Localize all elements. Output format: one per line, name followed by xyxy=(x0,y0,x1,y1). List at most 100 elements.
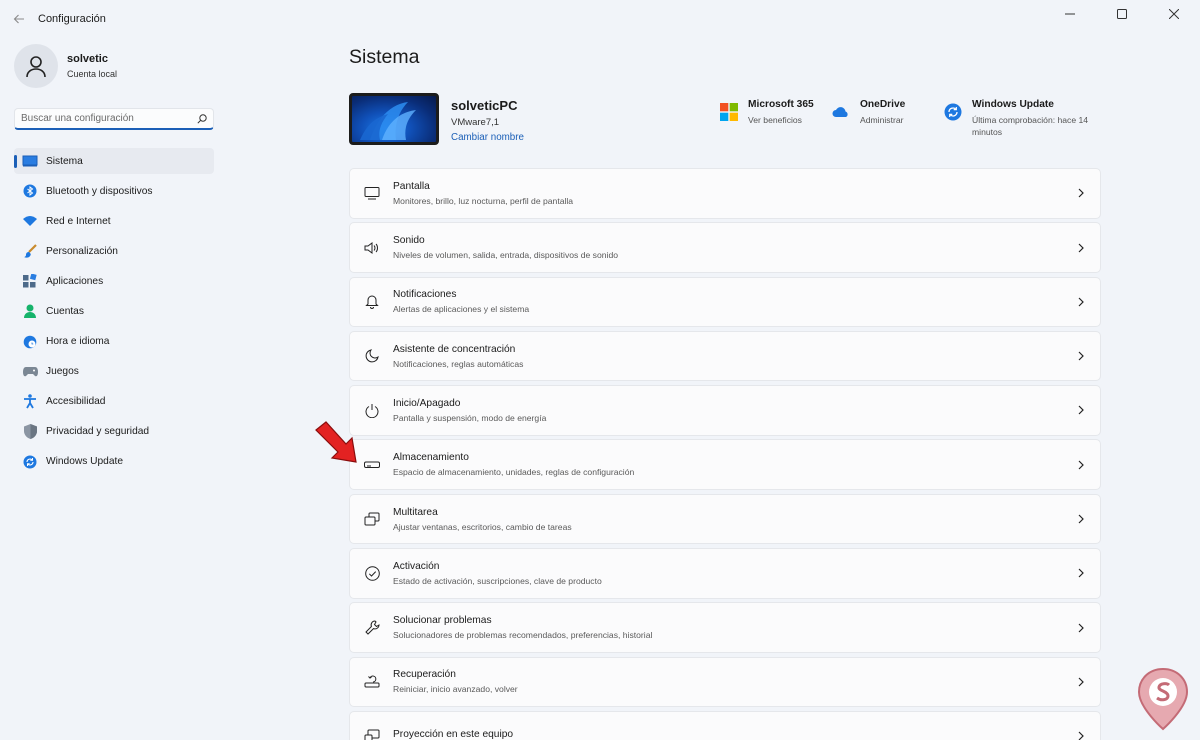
user-profile[interactable]: solvetic Cuenta local xyxy=(14,44,117,88)
setting-multitarea[interactable]: Multitarea Ajustar ventanas, escritorios,… xyxy=(349,493,1101,545)
projection-icon xyxy=(363,727,381,740)
setting-title: Asistente de concentración xyxy=(393,343,516,355)
quick-link-windows-update[interactable]: Windows Update Última comprobación: hace… xyxy=(944,99,1104,138)
sidebar-item-label: Personalización xyxy=(46,245,118,257)
back-arrow-icon xyxy=(13,14,24,24)
chevron-right-icon xyxy=(1078,568,1084,578)
setting-asistente-concentracion[interactable]: Asistente de concentración Notificaciones… xyxy=(349,330,1101,382)
setting-title: Pantalla xyxy=(393,180,430,192)
chevron-right-icon xyxy=(1078,731,1084,740)
apps-icon xyxy=(22,273,38,289)
setting-solucionar-problemas[interactable]: Solucionar problemas Solucionadores de pr… xyxy=(349,602,1101,653)
back-button[interactable] xyxy=(8,8,30,30)
person-icon xyxy=(22,303,38,319)
rename-link[interactable]: Cambiar nombre xyxy=(451,132,524,143)
sidebar-item-sistema[interactable]: Sistema xyxy=(14,148,214,174)
setting-description: Alertas de aplicaciones y el sistema xyxy=(393,304,530,315)
setting-notificaciones[interactable]: Notificaciones Alertas de aplicaciones y … xyxy=(349,276,1101,328)
sidebar-item-hora-idioma[interactable]: Hora e idioma xyxy=(14,329,214,355)
window-controls xyxy=(1044,0,1200,28)
sidebar-item-accesibilidad[interactable]: Accesibilidad xyxy=(14,389,214,415)
search-input[interactable] xyxy=(21,113,197,124)
close-button[interactable] xyxy=(1148,0,1200,28)
sidebar-item-personalizacion[interactable]: Personalización xyxy=(14,238,214,264)
close-icon xyxy=(1169,9,1179,19)
device-name: solveticPC xyxy=(451,98,518,113)
settings-list: Pantalla Monitores, brillo, luz nocturna,… xyxy=(349,168,1101,740)
quick-link-title: Microsoft 365 xyxy=(748,99,814,110)
setting-description: Solucionadores de problemas recomendados… xyxy=(393,630,653,641)
quick-link-title: OneDrive xyxy=(860,99,906,110)
sidebar-item-cuentas[interactable]: Cuentas xyxy=(14,298,214,324)
speaker-icon xyxy=(363,239,381,257)
sidebar-item-aplicaciones[interactable]: Aplicaciones xyxy=(14,268,214,294)
setting-inicio-apagado[interactable]: Inicio/Apagado Pantalla y suspensión, mod… xyxy=(349,385,1101,436)
search-box[interactable] xyxy=(14,108,214,130)
multitask-icon xyxy=(363,510,381,528)
chevron-right-icon xyxy=(1078,243,1084,252)
sidebar-item-label: Aplicaciones xyxy=(46,275,104,287)
setting-description: Estado de activación, suscripciones, cla… xyxy=(393,575,602,586)
shield-icon xyxy=(22,424,38,440)
quick-link-subtitle: Ver beneficios xyxy=(748,115,802,125)
profile-name: solvetic xyxy=(67,53,108,65)
minimize-icon xyxy=(1065,13,1075,15)
setting-description: Pantalla y suspensión, modo de energía xyxy=(393,412,547,423)
maximize-button[interactable] xyxy=(1096,0,1148,28)
device-card: solveticPC VMware7,1 Cambiar nombre xyxy=(349,93,524,145)
cloud-icon xyxy=(832,107,848,117)
chevron-right-icon xyxy=(1078,460,1084,470)
sidebar-item-red-internet[interactable]: Red e Internet xyxy=(14,208,214,234)
maximize-icon xyxy=(1117,9,1127,19)
sidebar-item-juegos[interactable]: Juegos xyxy=(14,359,214,385)
device-model: VMware7,1 xyxy=(451,117,500,128)
window-title: Configuración xyxy=(38,13,106,25)
update-icon xyxy=(22,454,38,470)
quick-link-microsoft-365[interactable]: Microsoft 365 Ver beneficios xyxy=(720,99,814,126)
bell-icon xyxy=(363,293,381,311)
setting-description: Espacio de almacenamiento, unidades, reg… xyxy=(393,467,635,478)
setting-title: Almacenamiento xyxy=(393,452,469,464)
sidebar-item-privacidad[interactable]: Privacidad y seguridad xyxy=(14,419,214,445)
sidebar-item-label: Juegos xyxy=(46,366,79,378)
setting-description: Niveles de volumen, salida, entrada, dis… xyxy=(393,250,618,261)
sidebar-nav: Sistema Bluetooth y dispositivos Red e I… xyxy=(14,148,214,479)
device-thumbnail xyxy=(349,93,439,145)
setting-title: Notificaciones xyxy=(393,289,457,301)
sidebar-item-label: Privacidad y seguridad xyxy=(46,426,150,438)
setting-almacenamiento[interactable]: Almacenamiento Espacio de almacenamiento,… xyxy=(349,439,1101,490)
setting-title: Activación xyxy=(393,560,440,572)
chevron-right-icon xyxy=(1078,297,1084,307)
avatar xyxy=(14,44,58,88)
moon-icon xyxy=(363,347,381,365)
sidebar-item-label: Hora e idioma xyxy=(46,336,110,348)
system-icon xyxy=(22,153,38,169)
chevron-right-icon xyxy=(1078,677,1084,687)
check-circle-icon xyxy=(363,564,381,582)
sidebar-item-label: Windows Update xyxy=(46,456,124,468)
quick-link-subtitle: Última comprobación: hace 14 minutos xyxy=(972,115,1089,137)
setting-sonido[interactable]: Sonido Niveles de volumen, salida, entrad… xyxy=(349,222,1101,273)
quick-link-subtitle: Administrar xyxy=(860,115,904,125)
sidebar-item-label: Sistema xyxy=(46,155,83,167)
windows-bloom-wallpaper-icon xyxy=(360,102,416,140)
quick-link-onedrive[interactable]: OneDrive Administrar xyxy=(832,99,905,126)
search-icon[interactable] xyxy=(197,113,207,124)
setting-title: Solucionar problemas xyxy=(393,615,492,627)
person-icon xyxy=(26,56,46,78)
setting-recuperacion[interactable]: Recuperación Reiniciar, inicio avanzado, … xyxy=(349,656,1101,708)
sidebar-item-windows-update[interactable]: Windows Update xyxy=(14,449,214,475)
sidebar-item-label: Cuentas xyxy=(46,305,84,317)
chevron-right-icon xyxy=(1078,623,1084,633)
minimize-button[interactable] xyxy=(1044,0,1096,28)
red-pointer-arrow-icon xyxy=(315,421,357,463)
monitor-icon xyxy=(363,184,381,202)
setting-proyeccion[interactable]: Proyección en este equipo xyxy=(349,710,1101,740)
wifi-icon xyxy=(22,213,38,229)
setting-description: Monitores, brillo, luz nocturna, perfil … xyxy=(393,195,574,206)
chevron-right-icon xyxy=(1078,514,1084,524)
setting-title: Recuperación xyxy=(393,669,456,681)
setting-pantalla[interactable]: Pantalla Monitores, brillo, luz nocturna,… xyxy=(349,168,1101,219)
sidebar-item-bluetooth[interactable]: Bluetooth y dispositivos xyxy=(14,178,214,204)
setting-activacion[interactable]: Activación Estado de activación, suscripc… xyxy=(349,548,1101,599)
